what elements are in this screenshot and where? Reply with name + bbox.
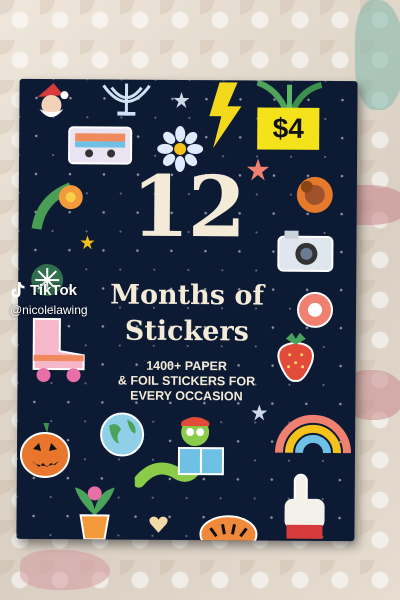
rainbow-sticker [275, 414, 352, 454]
menorah-sticker [102, 83, 151, 116]
tiger-sticker [199, 515, 258, 542]
price-tag: $4 [257, 107, 320, 150]
santa-sticker [37, 83, 69, 118]
tiktok-watermark: TikTok [10, 281, 77, 299]
cassette-tape-sticker [68, 126, 133, 165]
star-sticker [173, 91, 190, 108]
lightning-bolt-sticker [209, 82, 242, 149]
tiktok-app-name: TikTok [30, 281, 77, 299]
star-sticker [80, 235, 95, 250]
camera-sticker [277, 230, 334, 272]
tiktok-logo-icon [11, 282, 25, 298]
star-sticker [251, 404, 268, 421]
bookworm-sticker [134, 417, 225, 488]
blanket-pink-flower [20, 550, 110, 590]
blanket-teal-flower [355, 0, 400, 110]
hand-middle-finger-sticker [284, 473, 325, 539]
jack-o-lantern-sticker [19, 422, 70, 479]
flower-sticker [297, 291, 334, 328]
heart-sticker [149, 516, 168, 533]
potted-plant-sticker [74, 486, 115, 540]
price-text: $4 [272, 112, 304, 144]
tiktok-handle: @nicolelawing [10, 303, 88, 317]
